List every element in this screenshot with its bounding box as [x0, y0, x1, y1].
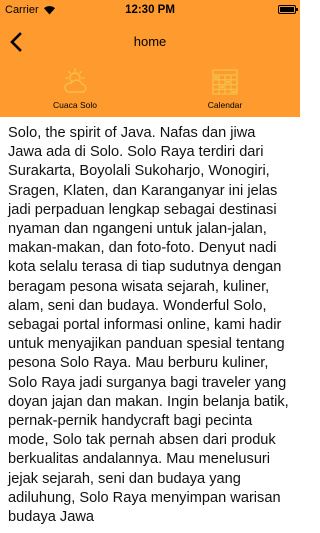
status-bar: Carrier 12:30 PM [0, 0, 300, 20]
page-title: home [133, 34, 167, 49]
chevron-left-icon [10, 32, 22, 52]
status-time: 12:30 PM [125, 4, 175, 16]
battery-icon [278, 5, 298, 14]
calendar-label: Calendar [207, 100, 243, 110]
article-text: Solo, the spirit of Java. Nafas dan jiwa… [8, 125, 289, 526]
weather-button[interactable]: Cuaca Solo [0, 64, 150, 117]
article-container[interactable]: Solo, the spirit of Java. Nafas dan jiwa… [0, 117, 300, 533]
calendar-button[interactable]: Calendar [150, 64, 300, 117]
toolbar: Cuaca Solo Calendar [0, 64, 300, 117]
back-button[interactable] [5, 30, 27, 54]
weather-sun-cloud-icon [64, 68, 87, 93]
calendar-grid-icon [212, 69, 238, 95]
nav-bar: home [0, 20, 300, 64]
weather-label: Cuaca Solo [53, 100, 97, 110]
